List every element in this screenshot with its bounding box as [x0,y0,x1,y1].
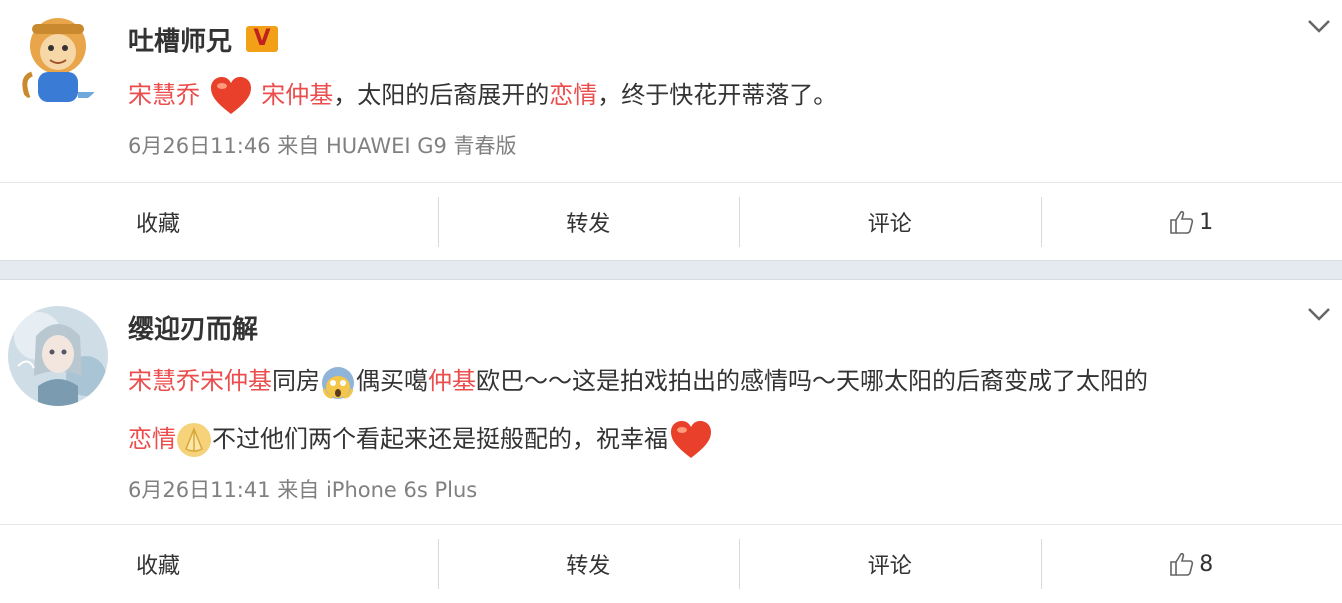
user-avatar[interactable] [8,8,108,108]
text-link[interactable]: 宋慧乔宋仲基 [128,367,272,395]
repost-button[interactable]: 转发 [438,183,740,261]
favorite-button[interactable]: 收藏 [0,525,438,603]
comment-label: 评论 [868,206,912,238]
text-link[interactable]: 恋情 [128,425,176,453]
text-link[interactable]: 宋慧乔 [128,81,200,109]
post-card: 吐槽师兄 V 宋慧乔 宋仲基，太阳的后裔展开的恋情，终于快花开蒂落了。 6月26… [0,0,1342,260]
username[interactable]: 吐槽师兄 V [128,20,278,58]
text-segment: ，终于快花开蒂落了。 [597,81,837,109]
text-link[interactable]: 仲基 [428,367,476,395]
like-count: 1 [1199,210,1213,235]
repost-label: 转发 [566,206,610,238]
post-text: 宋慧乔 宋仲基，太阳的后裔展开的恋情，终于快花开蒂落了。 [128,66,1322,124]
action-bar: 收藏 转发 评论 8 [0,524,1342,603]
action-bar: 收藏 转发 评论 1 [0,182,1342,261]
like-button[interactable]: 1 [1041,183,1342,261]
post-separator [0,260,1342,280]
text-link[interactable]: 宋仲基 [261,81,333,109]
comment-button[interactable]: 评论 [739,183,1041,261]
verified-badge-icon: V [246,26,278,52]
post-meta: 6月26日11:46 来自 HUAWEI G9 青春版 [128,130,517,160]
favorite-label: 收藏 [136,548,180,580]
text-link[interactable]: 恋情 [549,81,597,109]
heart-emoji [208,74,254,118]
username-text[interactable]: 缨迎刃而解 [128,309,258,346]
user-avatar[interactable] [8,306,108,406]
scream-emoji [320,363,356,401]
favorite-button[interactable]: 收藏 [0,183,438,261]
thumbs-up-icon [1169,551,1195,577]
repost-button[interactable]: 转发 [438,525,740,603]
post-meta: 6月26日11:41 来自 iPhone 6s Plus [128,474,477,504]
chevron-down-icon[interactable] [1306,16,1332,36]
repost-label: 转发 [566,548,610,580]
username[interactable]: 缨迎刃而解 [128,308,258,346]
username-text[interactable]: 吐槽师兄 [128,21,232,58]
text-segment: 同房 [272,367,320,395]
pray-emoji [176,421,212,459]
text-segment: 欧巴～～这是拍戏拍出的感情吗～天哪太阳的后裔变成了太阳的 [476,367,1148,395]
favorite-label: 收藏 [136,206,180,238]
like-button[interactable]: 8 [1041,525,1342,603]
monkey-avatar [8,8,108,108]
text-segment: 不过他们两个看起来还是挺般配的，祝幸福 [212,425,668,453]
comment-button[interactable]: 评论 [739,525,1041,603]
post-text: 宋慧乔宋仲基同房 偶买噶仲基欧巴～～这是拍戏拍出的感情吗～天哪太阳的后裔变成了太… [128,352,1322,468]
heart-emoji [668,418,714,462]
post-card: 缨迎刃而解 宋慧乔宋仲基同房 偶买噶仲基欧巴～～这是拍戏拍出的感情吗～天哪太阳的… [0,280,1342,592]
chevron-down-icon[interactable] [1306,304,1332,324]
comment-label: 评论 [868,548,912,580]
text-segment: ，太阳的后裔展开的 [333,81,549,109]
thumbs-up-icon [1169,209,1195,235]
like-count: 8 [1199,552,1213,577]
anime-girl-avatar [8,306,108,406]
text-segment: 偶买噶 [356,367,428,395]
